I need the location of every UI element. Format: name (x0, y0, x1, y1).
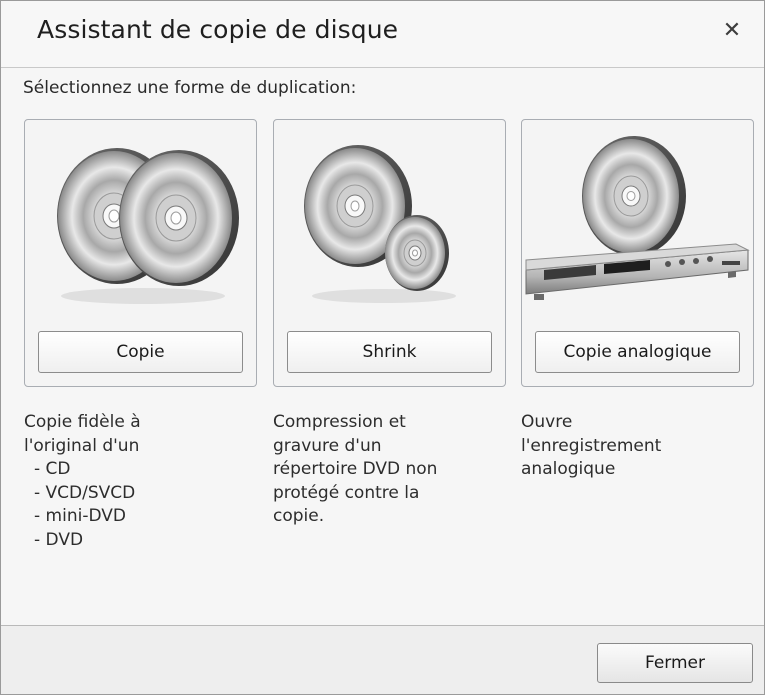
copie-analogique-description: Ouvre l'enregistrement analogique (521, 411, 661, 482)
window-title: Assistant de copie de disque (37, 15, 399, 44)
instruction-text: Sélectionnez une forme de duplication: (23, 78, 357, 98)
disc-player-icon (525, 136, 750, 300)
two-discs-icon (57, 148, 239, 304)
description-line: analogique (521, 459, 616, 479)
option-shrink[interactable]: Shrink (273, 119, 506, 387)
copie-button[interactable]: Copie (38, 331, 243, 373)
copie-analogique-button[interactable]: Copie analogique (535, 331, 740, 373)
description-line: Copie fidèle à (24, 412, 141, 432)
description-line: copie. (273, 506, 325, 526)
option-copie-analogique[interactable]: Copie analogique (521, 119, 754, 387)
description-line: l'original d'un (24, 435, 140, 456)
shrink-description: Compression et gravure d'un répertoire D… (273, 411, 437, 529)
sub-item-mini-dvd: - mini-DVD (34, 506, 126, 526)
disc-shrink-icon (304, 145, 456, 303)
sub-item-vcd: - VCD/SVCD (34, 482, 136, 503)
description-line: protégé contre la (273, 482, 420, 503)
description-line: répertoire DVD non (273, 459, 438, 479)
copie-description: Copie fidèle à l'original d'un - CD - VC… (24, 411, 141, 552)
fermer-button[interactable]: Fermer (597, 643, 753, 683)
description-line: l'enregistrement (521, 435, 662, 456)
disc-copy-wizard-dialog: Assistant de copie de disque ✕ Sélection… (0, 0, 765, 695)
shrink-button[interactable]: Shrink (287, 331, 492, 373)
description-line: Compression et (273, 412, 406, 432)
title-bar: Assistant de copie de disque ✕ (1, 1, 764, 68)
sub-item-cd: - CD (34, 459, 71, 479)
sub-item-dvd: - DVD (34, 529, 84, 550)
close-icon[interactable]: ✕ (712, 11, 752, 51)
description-line: Ouvre (521, 412, 573, 432)
option-copie[interactable]: Copie (24, 119, 257, 387)
description-line: gravure d'un (273, 435, 382, 456)
